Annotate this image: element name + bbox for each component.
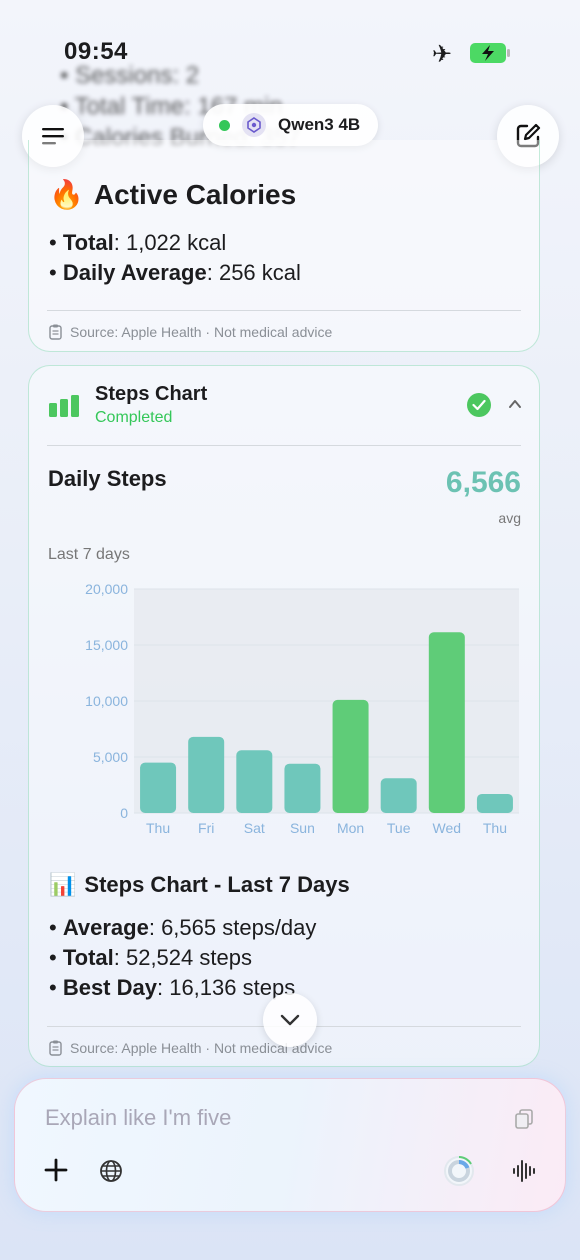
completed-check-icon	[467, 393, 491, 417]
airplane-mode-icon: ✈	[432, 41, 453, 68]
average-steps-value: 6,566	[445, 466, 521, 499]
globe-icon[interactable]	[99, 1159, 123, 1183]
x-tick-label: Thu	[483, 820, 507, 836]
scroll-to-bottom-button[interactable]	[263, 993, 317, 1047]
summary-title: Steps Chart - Last 7 Days	[84, 872, 350, 897]
calories-total: • Total: 1,022 kcal	[49, 230, 227, 255]
context-usage-icon[interactable]	[443, 1155, 475, 1187]
steps-chart-card: Steps Chart Completed Daily Steps 6,566 …	[28, 365, 540, 1067]
calories-total-value: : 1,022 kcal	[113, 230, 227, 255]
model-name: Qwen3 4B	[278, 115, 361, 134]
summary-heading: 📊 Steps Chart - Last 7 Days	[49, 872, 350, 898]
range-label: Last 7 days	[48, 546, 130, 563]
bar	[236, 750, 273, 813]
source-text: Source: Apple Health · Not medical advic…	[70, 324, 333, 340]
x-tick-label: Wed	[433, 820, 462, 836]
voice-waveform-icon[interactable]	[512, 1159, 538, 1183]
summary-total-label: Total	[62, 945, 114, 970]
average-label: avg	[498, 510, 521, 526]
add-attachment-icon[interactable]	[43, 1157, 69, 1183]
source-note: Source: Apple Health · Not medical advic…	[49, 324, 332, 340]
bar-chart-icon	[49, 395, 79, 417]
x-tick-label: Thu	[146, 820, 170, 836]
chevron-down-icon	[280, 1014, 300, 1026]
status-bar: • Sessions: 2 • Total Time: 167 min • Ca…	[0, 0, 580, 151]
bar	[476, 793, 513, 813]
calories-avg-value: : 256 kcal	[206, 260, 301, 285]
y-tick-label: 15,000	[85, 637, 128, 653]
bar	[284, 763, 321, 813]
summary-total-value: : 52,524 steps	[113, 945, 252, 970]
summary-best-label: Best Day	[62, 975, 157, 1000]
calories-total-label: Total	[62, 230, 114, 255]
calories-average: • Daily Average: 256 kcal	[49, 260, 301, 285]
divider	[47, 310, 521, 311]
status-time: 09:54	[64, 38, 128, 65]
battery-charging-icon	[470, 43, 510, 63]
message-composer[interactable]: Explain like I'm five	[14, 1078, 566, 1212]
calories-avg-label: Daily Average	[62, 260, 207, 285]
summary-avg-label: Average	[62, 915, 149, 940]
calories-card: 🔥 Active Calories • Total: 1,022 kcal • …	[28, 140, 540, 352]
x-tick-label: Fri	[198, 820, 214, 836]
bar	[140, 762, 177, 813]
divider	[47, 445, 521, 446]
summary-avg-value: : 6,565 steps/day	[148, 915, 317, 940]
bar	[380, 778, 417, 813]
y-tick-label: 5,000	[93, 749, 128, 765]
clipboard-icon	[49, 324, 62, 340]
chart-emoji-icon: 📊	[49, 872, 77, 897]
bar	[188, 736, 225, 813]
calories-title: Active Calories	[93, 178, 297, 210]
y-tick-label: 0	[120, 805, 128, 821]
bar	[332, 699, 369, 813]
steps-bar-chart: 20,000 15,000 10,000 5,000 0 Thu Fri Sat Sun Mon T…	[85, 581, 519, 836]
model-logo-icon	[242, 113, 266, 137]
summary-total: • Total: 52,524 steps	[49, 945, 252, 970]
x-tick-label: Sun	[290, 820, 315, 836]
message-input[interactable]: Explain like I'm five	[45, 1105, 231, 1131]
tool-title: Steps Chart	[95, 383, 208, 405]
x-tick-label: Tue	[387, 820, 411, 836]
model-status-dot	[219, 119, 230, 131]
clipboard-icon	[49, 1040, 62, 1056]
collapse-chevron-icon[interactable]	[507, 396, 523, 412]
chart-title: Daily Steps	[48, 466, 167, 491]
y-tick-label: 10,000	[85, 693, 128, 709]
summary-average: • Average: 6,565 steps/day	[49, 915, 317, 940]
fire-icon: 🔥	[49, 179, 84, 210]
bar	[428, 632, 465, 813]
y-tick-label: 20,000	[85, 581, 128, 597]
copy-icon[interactable]	[515, 1109, 533, 1129]
summary-best-day: • Best Day: 16,136 steps	[49, 975, 296, 1000]
calories-heading: 🔥 Active Calories	[49, 178, 296, 211]
tool-status: Completed	[95, 409, 173, 426]
x-tick-label: Mon	[337, 820, 364, 836]
x-tick-label: Sat	[244, 820, 265, 836]
